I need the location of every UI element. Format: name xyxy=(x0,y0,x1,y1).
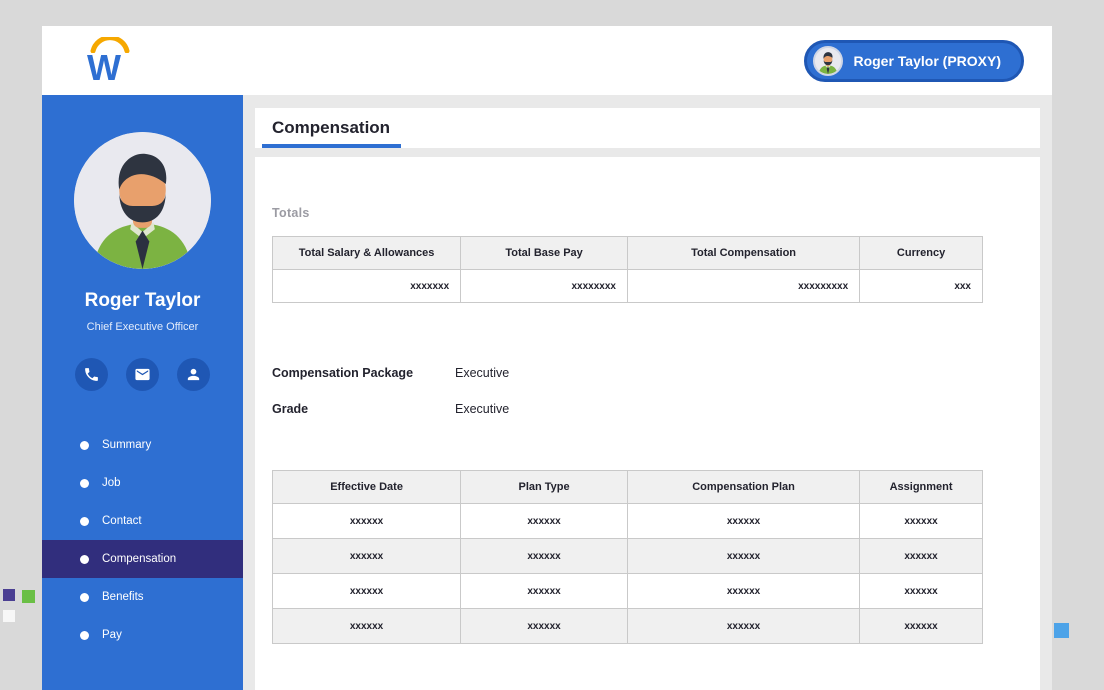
person-icon[interactable] xyxy=(177,358,210,391)
title-underline xyxy=(262,144,401,148)
sidebar-item-summary[interactable]: Summary xyxy=(42,426,243,464)
decorative-white-square xyxy=(3,610,15,622)
plans-cell: xxxxxx xyxy=(860,574,983,609)
bullet-dot-icon xyxy=(80,555,89,564)
plans-column-header: Plan Type xyxy=(461,471,628,504)
plans-cell: xxxxxx xyxy=(273,609,461,644)
bullet-dot-icon xyxy=(80,517,89,526)
plans-cell: xxxxxx xyxy=(627,504,859,539)
table-row: xxxxxxxxxxxxxxxxxxxxxxxx xyxy=(273,609,983,644)
profile-name: Roger Taylor xyxy=(85,290,201,312)
sidebar-item-label: Job xyxy=(102,477,121,489)
table-row: xxxxxxxxxxxxxxxxxxxxxxxx xyxy=(273,539,983,574)
proxy-button-label: Roger Taylor (PROXY) xyxy=(853,53,1001,69)
plans-cell: xxxxxx xyxy=(627,574,859,609)
plans-column-header: Compensation Plan xyxy=(627,471,859,504)
plans-cell: xxxxxx xyxy=(860,504,983,539)
table-row: xxxxxxxxxxxxxxxxxxxxxxxx xyxy=(273,574,983,609)
field-label: Grade xyxy=(272,402,455,416)
sidebar-item-label: Summary xyxy=(102,439,151,451)
decorative-green-square xyxy=(22,590,35,603)
plans-table-body: xxxxxxxxxxxxxxxxxxxxxxxxxxxxxxxxxxxxxxxx… xyxy=(273,504,983,644)
plans-cell: xxxxxx xyxy=(461,539,628,574)
sidebar-item-label: Contact xyxy=(102,515,142,527)
totals-values-row: xxxxxxxxxxxxxxxxxxxxxxxxxxx xyxy=(273,270,983,303)
sidebar-item-contact[interactable]: Contact xyxy=(42,502,243,540)
workday-logo: W xyxy=(87,37,133,85)
plans-cell: xxxxxx xyxy=(461,609,628,644)
plans-cell: xxxxxx xyxy=(461,504,628,539)
plans-column-header: Effective Date xyxy=(273,471,461,504)
sidebar-nav: Summary Job Contact Compensation Benefits Pay xyxy=(42,426,243,654)
plans-cell: xxxxxx xyxy=(461,574,628,609)
title-bar: Compensation xyxy=(255,108,1040,148)
logo-letter: W xyxy=(87,47,120,89)
profile-avatar xyxy=(74,132,211,269)
totals-header-row: Total Salary & AllowancesTotal Base PayT… xyxy=(273,237,983,270)
bullet-dot-icon xyxy=(80,631,89,640)
field-row: GradeExecutive xyxy=(272,391,1023,427)
totals-value-cell: xxxxxxxx xyxy=(461,270,628,303)
decorative-purple-square xyxy=(3,589,15,601)
totals-column-header: Currency xyxy=(860,237,983,270)
field-value: Executive xyxy=(455,402,509,416)
plans-column-header: Assignment xyxy=(860,471,983,504)
content-card: Totals Total Salary & AllowancesTotal Ba… xyxy=(255,157,1040,690)
totals-column-header: Total Base Pay xyxy=(461,237,628,270)
sidebar-item-benefits[interactable]: Benefits xyxy=(42,578,243,616)
mail-icon[interactable] xyxy=(126,358,159,391)
bullet-dot-icon xyxy=(80,593,89,602)
bullet-dot-icon xyxy=(80,441,89,450)
totals-table: Total Salary & AllowancesTotal Base PayT… xyxy=(272,236,983,303)
app-window: W Roger Taylor (PROXY) Roger Taylor Chie… xyxy=(42,26,1052,690)
totals-value-cell: xxxxxxx xyxy=(273,270,461,303)
totals-column-header: Total Compensation xyxy=(627,237,859,270)
sidebar-item-pay[interactable]: Pay xyxy=(42,616,243,654)
plans-cell: xxxxxx xyxy=(273,539,461,574)
totals-value-cell: xxxxxxxxx xyxy=(627,270,859,303)
field-row: Compensation PackageExecutive xyxy=(272,355,1023,391)
plans-header-row: Effective DatePlan TypeCompensation Plan… xyxy=(273,471,983,504)
totals-section-label: Totals xyxy=(272,206,1023,220)
proxy-avatar xyxy=(813,46,843,76)
plans-table: Effective DatePlan TypeCompensation Plan… xyxy=(272,470,983,644)
proxy-user-button[interactable]: Roger Taylor (PROXY) xyxy=(804,40,1024,82)
phone-icon[interactable] xyxy=(75,358,108,391)
sidebar: Roger Taylor Chief Executive Officer Sum… xyxy=(42,95,243,690)
plans-cell: xxxxxx xyxy=(860,609,983,644)
top-header: W Roger Taylor (PROXY) xyxy=(42,26,1052,95)
table-row: xxxxxxxxxxxxxxxxxxxxxxxx xyxy=(273,504,983,539)
plans-cell: xxxxxx xyxy=(627,539,859,574)
sidebar-item-compensation[interactable]: Compensation xyxy=(42,540,243,578)
contact-icon-row xyxy=(75,358,210,391)
sidebar-item-job[interactable]: Job xyxy=(42,464,243,502)
plans-cell: xxxxxx xyxy=(273,504,461,539)
decorative-blue-square xyxy=(1054,623,1069,638)
plans-cell: xxxxxx xyxy=(627,609,859,644)
bullet-dot-icon xyxy=(80,479,89,488)
totals-column-header: Total Salary & Allowances xyxy=(273,237,461,270)
sidebar-item-label: Pay xyxy=(102,629,122,641)
totals-value-cell: xxx xyxy=(860,270,983,303)
sidebar-item-label: Compensation xyxy=(102,553,176,565)
plans-cell: xxxxxx xyxy=(860,539,983,574)
main-panel: Compensation Totals Total Salary & Allow… xyxy=(243,95,1052,690)
profile-role: Chief Executive Officer xyxy=(87,321,199,333)
page-title: Compensation xyxy=(272,118,390,138)
field-value: Executive xyxy=(455,366,509,380)
field-label: Compensation Package xyxy=(272,366,455,380)
body-row: Roger Taylor Chief Executive Officer Sum… xyxy=(42,95,1052,690)
fields: Compensation PackageExecutiveGradeExecut… xyxy=(272,355,1023,427)
plans-cell: xxxxxx xyxy=(273,574,461,609)
sidebar-item-label: Benefits xyxy=(102,591,144,603)
